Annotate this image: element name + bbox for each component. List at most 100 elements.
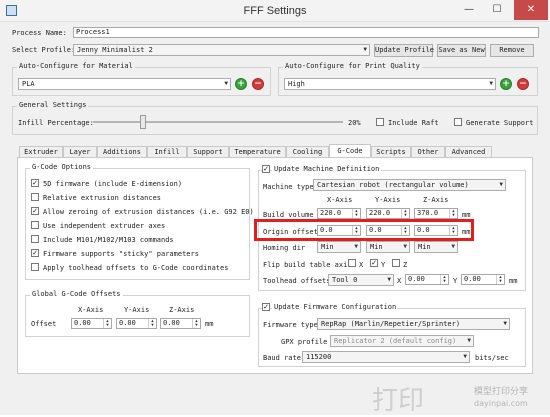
- global-offset-label: Offset: [31, 320, 57, 328]
- sticky-parameters-checkbox[interactable]: ✓: [31, 249, 39, 257]
- toolhead-select[interactable]: Tool 0 ▼: [328, 274, 394, 286]
- remove-profile-button[interactable]: Remove: [490, 44, 534, 57]
- build-volume-x-spinbox[interactable]: 220.0 ▲ ▼: [317, 208, 361, 219]
- tab-layer[interactable]: Layer: [63, 146, 97, 157]
- add-material-button[interactable]: +: [235, 78, 247, 90]
- close-button[interactable]: ✕: [514, 0, 548, 20]
- flip-axis-label: Flip build table axis: [263, 261, 352, 269]
- tab-temperature[interactable]: Temperature: [229, 146, 286, 157]
- build-volume-label: Build volume: [263, 211, 314, 219]
- firmware-type-select[interactable]: RepRap (Marlin/Repetier/Sprinter) ▼: [317, 318, 510, 330]
- global-offsets-group: [25, 295, 250, 337]
- tab-advanced[interactable]: Advanced: [445, 146, 492, 157]
- tool-y-spinbox[interactable]: 0.00 ▲ ▼: [461, 274, 505, 285]
- material-select[interactable]: PLA ▼: [18, 78, 231, 90]
- gpx-profile-select[interactable]: Replicator 2 (default config) ▼: [330, 335, 474, 347]
- chevron-down-icon: ▼: [403, 243, 407, 250]
- watermark-cn: 模型打印分享: [474, 387, 529, 397]
- global-offset-y-spinbox[interactable]: 0.00 ▲ ▼: [116, 318, 157, 329]
- machine-y-axis-header: Y-Axis: [375, 196, 401, 204]
- machine-x-axis-header: X-Axis: [327, 196, 353, 204]
- material-group-title: Auto-Configure for Material: [17, 62, 135, 70]
- remove-material-button[interactable]: −: [252, 78, 264, 90]
- check-icon: ✓: [32, 179, 38, 187]
- infill-slider-track[interactable]: [93, 121, 343, 123]
- spin-arrows-icon[interactable]: ▲ ▼: [401, 209, 409, 218]
- tab-extruder[interactable]: Extruder: [19, 146, 63, 157]
- baud-rate-value: 115200: [306, 353, 332, 361]
- homing-x-select[interactable]: Min ▼: [317, 241, 361, 253]
- infill-slider-thumb[interactable]: [140, 115, 146, 129]
- spin-arrows-icon[interactable]: ▲ ▼: [449, 209, 457, 218]
- relative-extrusion-label: Relative extrusion distances: [43, 194, 162, 202]
- tab-support[interactable]: Support: [187, 146, 229, 157]
- process-name-input[interactable]: Process1: [73, 27, 539, 38]
- toolhead-offsets-checkbox[interactable]: [31, 263, 39, 271]
- allow-zeroing-label: Allow zeroing of extrusion distances (i.…: [43, 208, 254, 216]
- baud-rate-select[interactable]: 115200 ▼: [302, 351, 470, 363]
- flip-z-label: Z: [403, 261, 408, 269]
- spin-arrows-icon[interactable]: ▲ ▼: [192, 319, 200, 328]
- generate-support-label: Generate Support: [466, 119, 534, 127]
- remove-quality-button[interactable]: −: [517, 78, 529, 90]
- tool-x-spinbox[interactable]: 0.00 ▲ ▼: [405, 274, 449, 285]
- relative-extrusion-checkbox[interactable]: [31, 193, 39, 201]
- add-quality-button[interactable]: +: [500, 78, 512, 90]
- flip-y-label: Y: [381, 261, 386, 269]
- chevron-down-icon: ▼: [354, 243, 358, 250]
- update-profile-button[interactable]: Update Profile: [374, 44, 434, 57]
- save-as-new-button[interactable]: Save as New: [437, 44, 486, 57]
- baud-rate-label: Baud rate: [263, 354, 301, 362]
- spin-arrows-icon[interactable]: ▲ ▼: [103, 319, 111, 328]
- check-icon: ✓: [32, 207, 38, 215]
- gpx-profile-label: GPX profile: [281, 338, 328, 346]
- global-offset-y-value: 0.00: [119, 319, 136, 327]
- independent-axes-checkbox[interactable]: [31, 221, 39, 229]
- spin-arrows-icon[interactable]: ▲ ▼: [496, 275, 504, 284]
- update-machine-checkbox[interactable]: ✓: [262, 165, 270, 173]
- material-select-value: PLA: [22, 80, 35, 88]
- build-volume-x-value: 220.0: [320, 209, 342, 217]
- watermark-logo: 打印: [372, 386, 425, 416]
- allow-zeroing-checkbox[interactable]: ✓: [31, 207, 39, 215]
- include-m101-checkbox[interactable]: [31, 235, 39, 243]
- generate-support-checkbox[interactable]: [454, 118, 462, 126]
- homing-dir-label: Homing dir: [263, 244, 306, 252]
- global-offset-x-spinbox[interactable]: 0.00 ▲ ▼: [71, 318, 112, 329]
- machine-type-select[interactable]: Cartesian robot (rectangular volume) ▼: [313, 179, 506, 191]
- global-z-axis-header: Z-Axis: [169, 306, 195, 314]
- select-profile-label: Select Profile:: [12, 46, 76, 54]
- 5d-firmware-checkbox[interactable]: ✓: [31, 179, 39, 187]
- flip-z-checkbox[interactable]: [392, 259, 400, 267]
- tab-other[interactable]: Other: [411, 146, 445, 157]
- homing-z-select[interactable]: Min ▼: [414, 241, 458, 253]
- tab-additions[interactable]: Additions: [97, 146, 147, 157]
- infill-percentage-value: 20%: [348, 119, 361, 127]
- flip-x-label: X: [359, 261, 364, 269]
- update-firmware-checkbox[interactable]: ✓: [262, 303, 270, 311]
- spin-arrows-icon[interactable]: ▲ ▼: [440, 275, 448, 284]
- spin-arrows-icon[interactable]: ▲ ▼: [148, 319, 156, 328]
- build-volume-z-spinbox[interactable]: 370.0 ▲ ▼: [414, 208, 458, 219]
- maximize-button[interactable]: ☐: [484, 0, 510, 20]
- quality-select[interactable]: High ▼: [284, 78, 496, 90]
- flip-y-checkbox[interactable]: ✓: [370, 259, 378, 267]
- tab-infill[interactable]: Infill: [147, 146, 187, 157]
- homing-y-select[interactable]: Min ▼: [366, 241, 410, 253]
- homing-y-value: Min: [370, 243, 383, 251]
- chevron-down-icon: ▼: [467, 337, 471, 344]
- build-volume-unit: mm: [462, 211, 471, 219]
- spin-arrows-icon[interactable]: ▲ ▼: [352, 209, 360, 218]
- profile-select[interactable]: Jenny Minimalist 2 ▼: [73, 44, 370, 56]
- plus-icon: +: [237, 79, 245, 89]
- tab-g-code[interactable]: G-Code: [329, 144, 371, 158]
- include-raft-checkbox[interactable]: [376, 118, 384, 126]
- tab-scripts[interactable]: Scripts: [371, 146, 411, 157]
- minimize-button[interactable]: —: [456, 0, 482, 20]
- build-volume-y-spinbox[interactable]: 220.0 ▲ ▼: [366, 208, 410, 219]
- global-offset-z-spinbox[interactable]: 0.00 ▲ ▼: [160, 318, 201, 329]
- check-icon: ✓: [32, 249, 38, 257]
- toolhead-unit: mm: [509, 277, 518, 285]
- flip-x-checkbox[interactable]: [348, 259, 356, 267]
- tab-cooling[interactable]: Cooling: [286, 146, 329, 157]
